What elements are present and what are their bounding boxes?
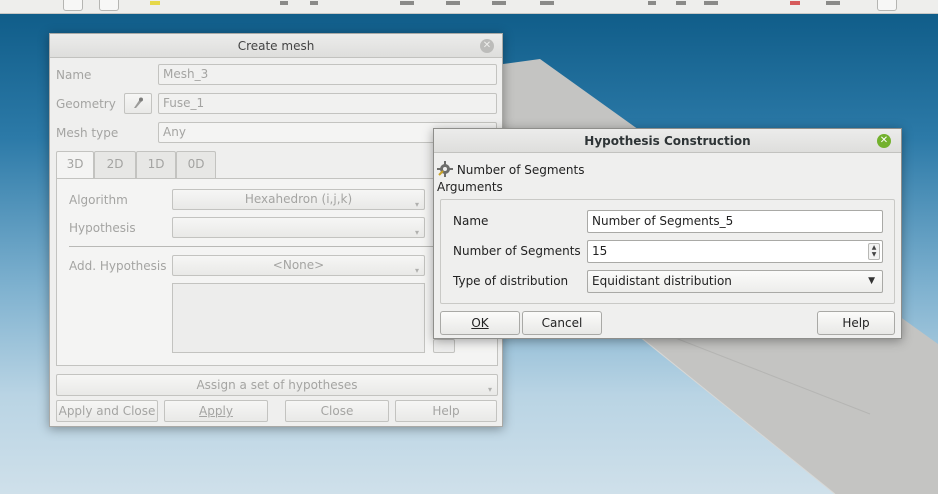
toolbar-glyph-icon[interactable] bbox=[826, 1, 840, 5]
hypothesis-construction-dialog: Hypothesis Construction ✕ Number of Segm… bbox=[433, 128, 902, 339]
tab-1d[interactable]: 1D bbox=[136, 151, 176, 178]
geometry-select-button[interactable] bbox=[124, 93, 152, 114]
hyp-name-label: Name bbox=[453, 214, 489, 228]
hypothesis-header: Number of Segments bbox=[437, 161, 584, 179]
add-hypothesis-combo[interactable]: <None> ▾ bbox=[172, 255, 425, 276]
toolbar-glyph-icon[interactable] bbox=[446, 1, 460, 5]
geometry-field[interactable]: Fuse_1 bbox=[158, 93, 497, 114]
spin-up-icon[interactable]: ▲ bbox=[869, 244, 879, 251]
arrow-select-icon bbox=[134, 97, 143, 108]
chevron-down-icon: ▾ bbox=[414, 228, 419, 237]
name-label: Name bbox=[56, 68, 92, 82]
apply-label: Apply bbox=[199, 404, 233, 418]
hypothesis-combo[interactable]: ▾ bbox=[172, 217, 425, 238]
toolbar-glyph-icon[interactable] bbox=[540, 1, 554, 5]
apply-button[interactable]: Apply bbox=[164, 400, 268, 422]
toolbar-glyph-icon[interactable] bbox=[648, 1, 656, 5]
toolbar-glyph-icon[interactable] bbox=[704, 1, 718, 5]
cancel-label: Cancel bbox=[541, 316, 583, 330]
hypothesis-label: Hypothesis bbox=[69, 221, 136, 235]
chevron-down-icon: ▾ bbox=[414, 266, 419, 275]
tab-pane-3d: Algorithm Hexahedron (i,j,k) ▾ Hypothesi… bbox=[56, 178, 498, 366]
toolbar-glyph-icon[interactable] bbox=[492, 1, 506, 5]
hypothesis-dialog-title: Hypothesis Construction bbox=[584, 134, 751, 148]
ok-label: OK bbox=[471, 316, 489, 330]
toolbar-glyph-icon[interactable] bbox=[400, 1, 414, 5]
hypothesis-titlebar[interactable]: Hypothesis Construction ✕ bbox=[434, 129, 901, 153]
toolbar-glyph-icon[interactable] bbox=[150, 1, 160, 5]
create-mesh-titlebar[interactable]: Create mesh ✕ bbox=[50, 34, 502, 58]
hyp-help-label: Help bbox=[842, 316, 870, 330]
main-toolbar bbox=[0, 0, 938, 14]
toolbar-button-icon[interactable] bbox=[99, 0, 119, 11]
distribution-label: Type of distribution bbox=[453, 274, 569, 288]
hypothesis-gear-icon bbox=[437, 161, 453, 177]
chevron-down-icon: ▼ bbox=[868, 276, 875, 286]
toolbar-button-icon[interactable] bbox=[877, 0, 897, 11]
hyp-name-input[interactable]: Number of Segments_5 bbox=[587, 210, 883, 233]
assign-hypotheses-set-combo[interactable]: Assign a set of hypotheses ▾ bbox=[56, 374, 498, 396]
hyp-help-button[interactable]: Help bbox=[817, 311, 895, 335]
algorithm-label: Algorithm bbox=[69, 193, 128, 207]
close-icon[interactable]: ✕ bbox=[480, 39, 494, 53]
help-button[interactable]: Help bbox=[395, 400, 497, 422]
divider bbox=[69, 246, 489, 247]
toolbar-glyph-icon[interactable] bbox=[310, 1, 318, 5]
algorithm-combo[interactable]: Hexahedron (i,j,k) ▾ bbox=[172, 189, 425, 210]
apply-and-close-button[interactable]: Apply and Close bbox=[56, 400, 158, 422]
tab-2d[interactable]: 2D bbox=[94, 151, 136, 178]
geometry-label: Geometry bbox=[56, 97, 116, 111]
spin-down-icon[interactable]: ▼ bbox=[869, 251, 879, 258]
distribution-value: Equidistant distribution bbox=[592, 274, 732, 288]
cancel-button[interactable]: Cancel bbox=[522, 311, 602, 335]
close-icon[interactable]: ✕ bbox=[877, 134, 891, 148]
toolbar-button-icon[interactable] bbox=[63, 0, 83, 11]
mesh-type-label: Mesh type bbox=[56, 126, 119, 140]
toolbar-glyph-icon[interactable] bbox=[676, 1, 686, 5]
tab-3d[interactable]: 3D bbox=[56, 151, 94, 179]
ok-button[interactable]: OK bbox=[440, 311, 520, 335]
mesh-type-value: Any bbox=[163, 125, 186, 139]
distribution-combo[interactable]: Equidistant distribution ▼ bbox=[587, 270, 883, 293]
chevron-down-icon: ▾ bbox=[414, 200, 419, 209]
close-button[interactable]: Close bbox=[285, 400, 389, 422]
segments-label: Number of Segments bbox=[453, 244, 581, 258]
segments-value: 15 bbox=[592, 244, 608, 258]
chevron-down-icon: ▾ bbox=[487, 385, 492, 394]
add-hypothesis-label: Add. Hypothesis bbox=[69, 259, 167, 273]
remove-hypothesis-button[interactable] bbox=[433, 339, 455, 353]
close-label: Close bbox=[320, 404, 354, 418]
algorithm-value: Hexahedron (i,j,k) bbox=[244, 192, 353, 206]
toolbar-glyph-icon[interactable] bbox=[790, 1, 800, 5]
arguments-label: Arguments bbox=[437, 180, 503, 194]
spin-buttons[interactable]: ▲ ▼ bbox=[868, 243, 880, 260]
assign-hypotheses-label: Assign a set of hypotheses bbox=[196, 378, 358, 392]
hypothesis-type-label: Number of Segments bbox=[456, 163, 585, 177]
mesh-name-field[interactable]: Mesh_3 bbox=[158, 64, 497, 85]
additional-hypotheses-list[interactable] bbox=[172, 283, 425, 353]
create-mesh-title: Create mesh bbox=[237, 39, 315, 53]
segments-spinbox[interactable]: 15 ▲ ▼ bbox=[587, 240, 883, 263]
add-hypothesis-value: <None> bbox=[272, 258, 325, 272]
tab-0d[interactable]: 0D bbox=[176, 151, 216, 178]
toolbar-glyph-icon[interactable] bbox=[280, 1, 288, 5]
help-label: Help bbox=[432, 404, 460, 418]
